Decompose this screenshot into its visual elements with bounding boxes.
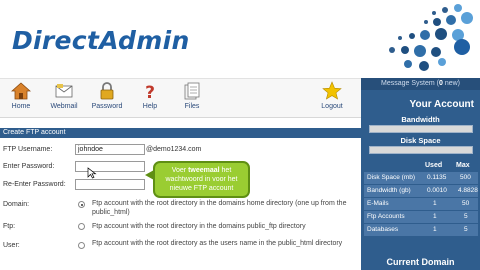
account-panel: Message System (0 new) Your Account Band… xyxy=(361,78,480,270)
toolbar-help-label: Help xyxy=(142,103,158,110)
mail-icon xyxy=(55,84,73,98)
usage-used: 1 xyxy=(433,213,437,220)
domain-option-text: Ftp account with the root directory in t… xyxy=(92,200,347,216)
toolbar-password-label: Password xyxy=(91,103,123,110)
enter-password-input[interactable] xyxy=(75,161,145,172)
ftp-username-domain-suffix: @demo1234.com xyxy=(146,146,202,153)
usage-name: Databases xyxy=(367,226,399,233)
toolbar-home-button[interactable]: Home xyxy=(1,81,41,117)
usage-max: 4.8828 xyxy=(458,187,478,194)
tooltip-line-2: wachtwoord in voor het xyxy=(165,176,238,183)
house-icon xyxy=(11,82,31,100)
ftp-username-input[interactable]: johndoe xyxy=(75,144,145,155)
toolbar-home-label: Home xyxy=(11,103,31,110)
ftp-radio[interactable] xyxy=(78,223,85,230)
your-account-title: Your Account xyxy=(409,99,474,110)
user-radio[interactable] xyxy=(78,242,85,249)
message-system-suffix: new) xyxy=(442,80,460,87)
usage-used: 1 xyxy=(433,200,437,207)
col-max: Max xyxy=(456,162,470,169)
svg-text:?: ? xyxy=(145,83,155,101)
usage-used: 0.0010 xyxy=(427,187,447,194)
tooltip-line-1-pre: Voer xyxy=(171,167,189,174)
tooltip-line-1-bold: tweemaal xyxy=(188,167,220,174)
toolbar-webmail-button[interactable]: Webmail xyxy=(44,81,84,117)
bandwidth-meter xyxy=(369,125,473,133)
help-icon: ? xyxy=(145,83,155,101)
lock-icon xyxy=(100,82,114,100)
tooltip-line-3: nieuwe FTP account xyxy=(169,185,234,192)
reenter-password-input[interactable] xyxy=(75,179,145,190)
usage-name: E-Mails xyxy=(367,200,389,207)
toolbar-files-button[interactable]: Files xyxy=(172,81,212,117)
usage-table-header: Used Max xyxy=(364,160,478,172)
usage-name: Ftp Accounts xyxy=(367,213,405,220)
current-domain-title: Current Domain xyxy=(386,257,455,267)
toolbar-logout-button[interactable]: Logout xyxy=(312,81,352,117)
files-icon xyxy=(184,82,200,100)
logo-dots-graphic xyxy=(389,4,473,71)
usage-used: 0.1135 xyxy=(427,174,447,181)
user-option-text: Ftp account with the root directory as t… xyxy=(92,240,343,247)
usage-used: 1 xyxy=(433,226,437,233)
bandwidth-label: Bandwidth xyxy=(401,115,440,124)
usage-name: Disk Space (mb) xyxy=(367,174,416,181)
usage-row: Ftp Accounts 1 5 xyxy=(364,211,478,223)
text-cursor-icon xyxy=(87,167,97,179)
usage-row: Databases 1 5 xyxy=(364,224,478,236)
col-used: Used xyxy=(425,162,443,169)
domain-option-label: Domain: xyxy=(3,201,30,208)
star-icon xyxy=(322,81,342,100)
message-system-link[interactable]: Message System (0 new) xyxy=(361,78,480,90)
usage-table: Used Max Disk Space (mb) 0.1135 500 Band… xyxy=(364,160,478,237)
toolbar-password-button[interactable]: Password xyxy=(87,81,127,117)
usage-max: 500 xyxy=(460,174,471,181)
ftp-option-text: Ftp account with the root directory in t… xyxy=(92,223,306,230)
disk-space-label: Disk Space xyxy=(400,136,441,145)
password-hint-tooltip: Voer tweemaal het wachtwoord in voor het… xyxy=(153,161,250,198)
toolbar-files-label: Files xyxy=(184,103,200,110)
tooltip-line-1: Voer tweemaal het xyxy=(155,166,248,175)
reenter-password-label: Re-Enter Password: xyxy=(3,181,66,188)
enter-password-label: Enter Password: xyxy=(3,163,55,170)
usage-max: 50 xyxy=(462,200,470,207)
main-toolbar: Home Webmail Password ? Help Files Logou… xyxy=(0,78,361,118)
usage-row: Bandwidth (gb) 0.0010 4.8828 xyxy=(364,185,478,197)
ftp-username-label: FTP Username: xyxy=(3,146,53,153)
disk-space-meter xyxy=(369,146,473,154)
toolbar-logout-label: Logout xyxy=(321,103,343,110)
tooltip-line-1-post: het xyxy=(219,167,232,174)
usage-row: Disk Space (mb) 0.1135 500 xyxy=(364,172,478,184)
usage-max: 5 xyxy=(464,226,468,233)
logo[interactable]: DirectAdmin xyxy=(12,26,190,55)
header: DirectAdmin xyxy=(0,0,480,78)
usage-max: 5 xyxy=(464,213,468,220)
toolbar-help-button[interactable]: ? Help xyxy=(130,81,170,117)
domain-radio[interactable] xyxy=(78,201,85,208)
ftp-option-label: Ftp: xyxy=(3,223,16,230)
create-ftp-title: Create FTP account xyxy=(0,128,361,138)
user-option-label: User: xyxy=(3,242,20,249)
usage-name: Bandwidth (gb) xyxy=(367,187,411,194)
toolbar-webmail-label: Webmail xyxy=(50,103,78,110)
message-system-prefix: Message System ( xyxy=(381,80,439,87)
usage-row: E-Mails 1 50 xyxy=(364,198,478,210)
